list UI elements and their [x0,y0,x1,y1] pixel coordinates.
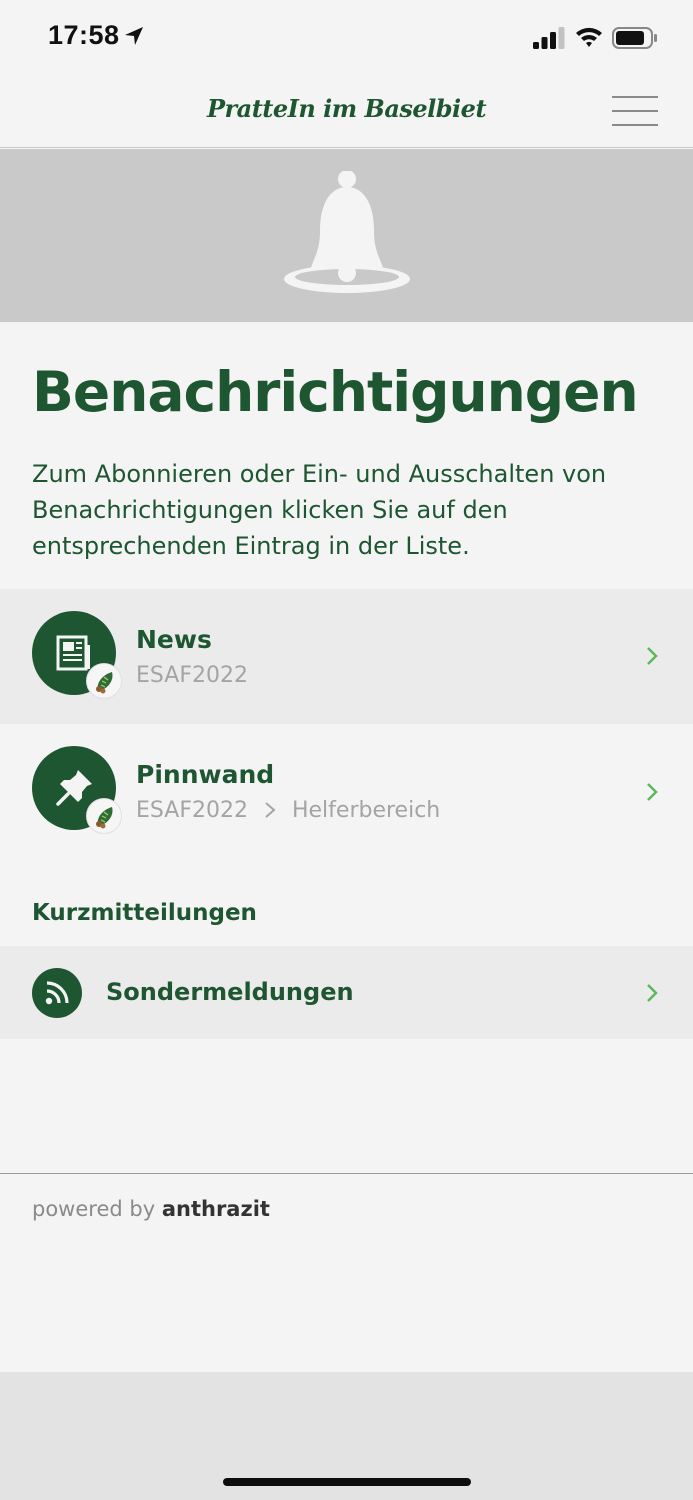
powered-by: powered by anthrazit [32,1197,270,1221]
status-time: 17:58 [48,20,120,50]
oak-leaf-icon [96,807,113,829]
breadcrumb-chevron-icon [265,802,276,818]
pinnwand-avatar [32,746,122,834]
chevron-right-icon [647,984,658,1002]
chevron-right-icon [647,783,658,801]
breadcrumb: ESAF2022 Helferbereich [136,798,440,823]
bell-icon [284,171,410,293]
list-item-pinnwand[interactable]: Pinnwand ESAF2022 Helferbereich [0,724,693,859]
wifi-icon [576,27,602,47]
page-title: Benachrichtigungen [32,360,639,424]
home-indicator[interactable] [223,1478,471,1486]
sonder-avatar [32,968,82,1018]
oak-leaf-badge [86,798,122,834]
menu-line-icon [612,124,658,126]
list-item-sondermeldungen[interactable]: Sondermeldungen [0,946,693,1039]
list-item-subtitle: ESAF2022 [136,663,248,688]
brand-logo[interactable]: PratteIn im Baselbiet [0,94,693,123]
pushpin-icon [56,770,92,806]
section-heading-kurzmitteilungen: Kurzmitteilungen [32,900,257,926]
breadcrumb-item: ESAF2022 [136,798,248,823]
oak-leaf-badge [86,663,122,699]
list-item-title: News [136,625,212,654]
chevron-right-icon [647,647,658,665]
battery-icon [612,27,657,49]
oak-leaf-icon [96,672,113,694]
menu-line-icon [612,96,658,98]
top-navigation-bar: PratteIn im Baselbiet [0,76,693,148]
intro-text: Zum Abonnieren oder Ein- und Ausschalten… [32,460,607,560]
list-item-title: Pinnwand [136,760,275,789]
powered-by-prefix: powered by [32,1197,156,1221]
newspaper-icon [56,635,90,671]
rss-icon [45,981,69,1005]
location-arrow-icon [125,27,143,45]
menu-line-icon [612,110,658,112]
powered-by-brand[interactable]: anthrazit [162,1197,270,1221]
breadcrumb-item: Helferbereich [291,798,441,823]
status-bar: 17:58 [0,0,693,76]
hamburger-menu-button[interactable] [610,94,660,128]
hero-banner [0,149,693,322]
list-item-news[interactable]: News ESAF2022 [0,589,693,724]
list-item-title: Sondermeldungen [106,978,354,1006]
news-avatar [32,611,122,699]
cellular-signal-icon [533,27,565,49]
footer-divider [0,1173,693,1174]
